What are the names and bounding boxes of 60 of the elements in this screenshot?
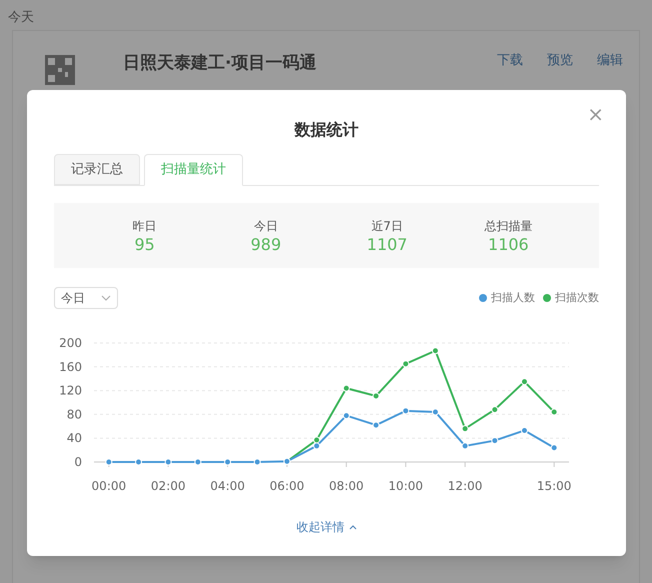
tab[interactable]: 记录汇总	[54, 154, 140, 185]
y-tick-label: 0	[74, 455, 82, 469]
action-link[interactable]: 预览	[547, 51, 573, 70]
data-point	[342, 384, 350, 392]
stat-label: 总扫描量	[484, 218, 532, 234]
y-tick-label: 160	[59, 360, 82, 374]
y-tick-label: 200	[59, 336, 82, 350]
range-select[interactable]: 今日	[54, 287, 118, 309]
data-point	[402, 360, 410, 368]
data-point	[164, 458, 172, 466]
qr-code-icon	[45, 55, 75, 85]
dialog-title: 数据统计	[294, 119, 358, 141]
data-point	[550, 408, 558, 416]
project-title: 日照天泰建工·项目一码通	[123, 52, 316, 75]
collapse-link[interactable]: 收起详情	[296, 518, 356, 536]
x-tick-label: 02:00	[150, 479, 186, 493]
legend-label: 扫描次数	[555, 290, 599, 306]
y-tick-label: 80	[66, 407, 82, 422]
action-link[interactable]: 编辑	[597, 51, 623, 70]
x-tick-label: 08:00	[329, 479, 364, 493]
data-point	[491, 437, 498, 444]
data-point	[520, 426, 528, 434]
x-tick-label: 10:00	[388, 479, 424, 493]
data-point	[402, 407, 410, 414]
stat-label: 近7日	[371, 218, 403, 234]
data-point	[491, 406, 498, 414]
tab[interactable]: 扫描量统计	[144, 154, 243, 186]
data-point	[520, 378, 528, 386]
data-point	[254, 458, 261, 466]
stat-label: 昨日	[132, 218, 157, 234]
data-point	[432, 408, 439, 416]
stat-value: 95	[134, 234, 155, 254]
data-point	[135, 458, 142, 466]
stat-value: 1107	[366, 234, 408, 254]
stat-value: 989	[250, 234, 282, 254]
data-point	[432, 347, 439, 354]
x-tick-label: 12:00	[448, 479, 482, 493]
data-point	[462, 425, 469, 432]
stat-value: 1106	[488, 234, 529, 254]
data-point	[342, 412, 350, 420]
chevron-up-icon	[348, 524, 356, 530]
data-point	[105, 458, 112, 466]
data-point	[372, 422, 380, 429]
y-tick-label: 40	[66, 431, 82, 446]
data-point	[550, 444, 558, 452]
x-tick-label: 06:00	[270, 479, 304, 493]
chevron-down-icon	[101, 295, 111, 301]
action-link[interactable]: 下载	[497, 51, 523, 70]
close-button[interactable]: ×	[587, 104, 604, 124]
x-tick-label: 04:00	[210, 479, 245, 493]
legend-label: 扫描人数	[491, 290, 535, 306]
data-point	[194, 458, 202, 466]
x-tick-label: 00:00	[92, 479, 126, 493]
data-point	[462, 442, 469, 450]
stat-label: 今日	[254, 218, 278, 234]
y-tick-label: 120	[59, 384, 82, 398]
x-tick-label: 15:00	[536, 479, 572, 493]
data-point	[372, 392, 380, 400]
section-title: 今天	[8, 10, 34, 25]
data-point	[224, 458, 232, 466]
